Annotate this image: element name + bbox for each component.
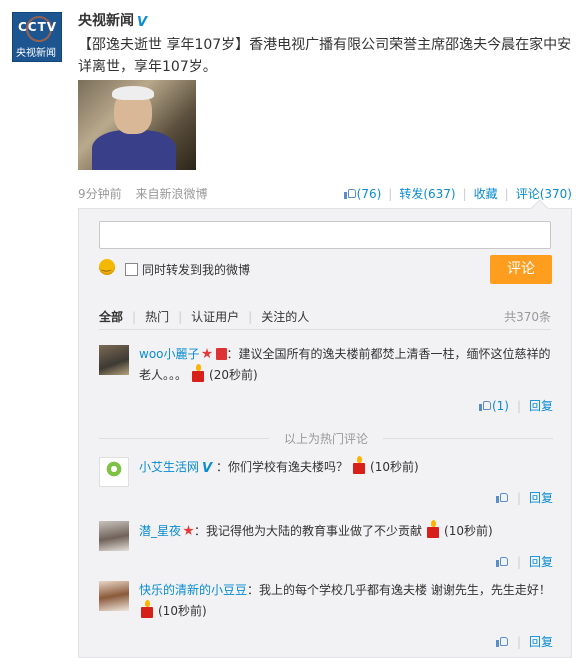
post-meta: 9分钟前 来自新浪微博 — [78, 185, 217, 202]
comment-text: ：我上的每个学校几乎都有逸夫楼 谢谢先生，先生走好！ — [247, 583, 551, 597]
comment-text: ：我记得他为大陆的教育事业做了不少贡献 — [194, 524, 423, 538]
comment-filter-tabs: 全部 | 热门 | 认证用户 | 关注的人 — [99, 310, 310, 324]
comment-time: (20秒前) — [209, 368, 258, 382]
commenter-avatar[interactable] — [99, 521, 129, 551]
comment-time: (10秒前) — [444, 524, 493, 538]
comment-body: 潜_星夜 ：我记得他为大陆的教育事业做了不少贡献 (10秒前) — [139, 520, 553, 541]
author-avatar[interactable]: CCTV 央视新闻 — [12, 12, 62, 62]
comment-body: woo小麗子 ：建议全国所有的逸夫楼前都焚上清香一柱，缅怀这位慈祥的老人。。。 (2… — [139, 344, 553, 385]
like-button[interactable]: (76) — [343, 187, 382, 201]
commenter-avatar[interactable] — [99, 345, 129, 375]
reply-button[interactable]: 回复 — [529, 399, 553, 413]
comment-button[interactable]: 评论(370) — [516, 187, 572, 201]
comment-body: 快乐的清新的小豆豆：我上的每个学校几乎都有逸夫楼 谢谢先生，先生走好！ (10秒前… — [139, 580, 553, 621]
commenter-name[interactable]: 小艾生活网 — [139, 460, 199, 474]
comment-input[interactable] — [99, 221, 551, 249]
emoji-icon[interactable] — [99, 259, 115, 275]
comment-like-button[interactable]: (1) — [478, 399, 509, 413]
avatar-sub-text: 央视新闻 — [16, 48, 56, 59]
thumbs-up-icon — [343, 188, 357, 199]
comment-time: (10秒前) — [158, 604, 207, 618]
member-badge-icon[interactable] — [215, 348, 227, 360]
author-line: 央视新闻 V — [78, 10, 151, 30]
candle-icon — [425, 520, 441, 538]
commenter-name[interactable]: 快乐的清新的小豆豆 — [139, 583, 247, 597]
panel-pointer — [530, 199, 549, 218]
repost-checkbox[interactable] — [125, 263, 138, 276]
candle-icon — [139, 600, 155, 618]
commenter-avatar[interactable] — [99, 457, 129, 487]
commenter-avatar[interactable] — [99, 581, 129, 611]
thumbs-up-icon — [478, 400, 492, 411]
post-source[interactable]: 来自新浪微博 — [135, 187, 207, 201]
thumbs-up-icon[interactable] — [495, 636, 509, 647]
repost-option[interactable]: 同时转发到我的微博 — [125, 261, 250, 278]
post-time[interactable]: 9分钟前 — [78, 187, 122, 201]
reply-button[interactable]: 回复 — [529, 555, 553, 569]
verified-v-icon[interactable]: V — [137, 16, 151, 29]
repost-checkbox-label: 同时转发到我的微博 — [142, 263, 251, 277]
divider — [99, 329, 551, 330]
post-text: 【邵逸夫逝世 享年107岁】香港电视广播有限公司荣誉主席邵逸夫今晨在家中安详离世… — [78, 37, 572, 75]
tab-verified[interactable]: 认证用户 — [191, 310, 239, 324]
thumbs-up-icon[interactable] — [495, 556, 509, 567]
author-name[interactable]: 央视新闻 — [78, 13, 134, 29]
tab-following[interactable]: 关注的人 — [261, 310, 309, 324]
comment-actions: | 回复 — [495, 633, 553, 650]
like-count: (76) — [356, 187, 382, 201]
logo-flower-shape — [105, 461, 123, 477]
comment-panel: 同时转发到我的微博 评论 全部|热门|认证用户|关注的人 共370条 woo小麗… — [78, 199, 572, 658]
post-photo[interactable] — [78, 80, 196, 170]
star-badge-icon[interactable] — [201, 348, 213, 359]
repost-button[interactable]: 转发(637) — [399, 187, 455, 201]
tab-hot[interactable]: 热门 — [145, 310, 169, 324]
commenter-name[interactable]: woo小麗子 — [139, 347, 200, 361]
reply-button[interactable]: 回复 — [529, 635, 553, 649]
comment-total: 共370条 — [504, 310, 551, 324]
comment-body: 小艾生活网 V ：你们学校有逸夫楼吗？ (10秒前) — [139, 456, 553, 477]
photo-hair-shape — [112, 86, 154, 100]
tab-all[interactable]: 全部 — [99, 310, 123, 324]
candle-icon — [190, 364, 206, 382]
photo-body-shape — [92, 130, 176, 170]
thumbs-up-icon[interactable] — [495, 492, 509, 503]
verified-v-icon[interactable]: V — [202, 462, 216, 475]
hot-comments-divider: 以上为热门评论 — [99, 430, 553, 447]
comment-like-count: (1) — [491, 399, 509, 413]
star-badge-icon[interactable] — [183, 525, 194, 536]
comment-actions: | 回复 — [495, 489, 553, 506]
comment-actions: (1) | 回复 — [478, 397, 553, 414]
avatar-logo-text: CCTV — [18, 20, 58, 34]
favorite-button[interactable]: 收藏 — [474, 187, 498, 201]
candle-icon — [351, 456, 367, 474]
reply-button[interactable]: 回复 — [529, 491, 553, 505]
comment-time: (10秒前) — [370, 460, 419, 474]
comment-actions: | 回复 — [495, 553, 553, 570]
submit-comment-button[interactable]: 评论 — [490, 255, 552, 284]
comment-text: ：你们学校有逸夫楼吗？ — [216, 460, 349, 474]
commenter-name[interactable]: 潜_星夜 — [139, 524, 181, 538]
